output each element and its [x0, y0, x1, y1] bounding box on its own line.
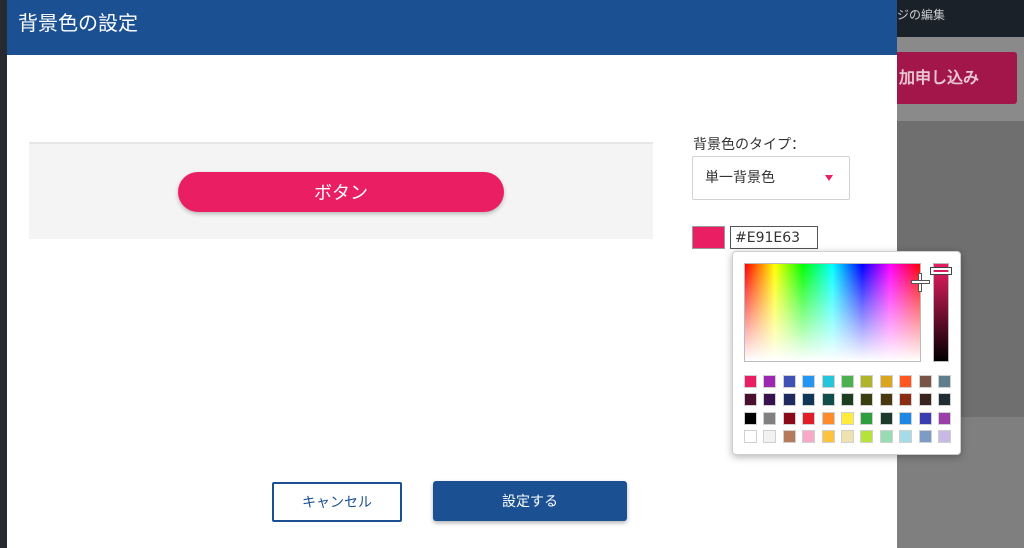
palette-swatch[interactable] [880, 430, 893, 443]
palette-swatch[interactable] [802, 375, 815, 388]
cancel-button[interactable]: キャンセル [272, 482, 402, 522]
palette-swatch[interactable] [841, 393, 854, 406]
palette-swatch[interactable] [860, 393, 873, 406]
background-tab-edit: ジの編集 [897, 8, 946, 22]
palette-swatch[interactable] [783, 430, 796, 443]
palette-swatch[interactable] [783, 412, 796, 425]
current-color-swatch[interactable] [692, 226, 725, 249]
palette-swatch[interactable] [899, 375, 912, 388]
palette-swatch[interactable] [919, 393, 932, 406]
palette-swatch[interactable] [880, 393, 893, 406]
palette-swatch[interactable] [919, 430, 932, 443]
saturation-area[interactable] [744, 263, 929, 362]
button-preview-area: ボタン [29, 142, 653, 239]
palette-swatch[interactable] [822, 412, 835, 425]
palette-swatch[interactable] [841, 430, 854, 443]
palette-swatch[interactable] [880, 375, 893, 388]
palette-row [744, 412, 954, 425]
palette-swatch[interactable] [938, 412, 951, 425]
background-apply-button: 加申し込み [897, 52, 1017, 104]
hex-color-input[interactable] [730, 226, 818, 249]
palette-swatch[interactable] [763, 375, 776, 388]
palette-row [744, 393, 954, 406]
palette-row [744, 430, 954, 443]
background-type-select[interactable]: 単一背景色 [692, 156, 850, 200]
palette-swatch[interactable] [841, 412, 854, 425]
palette-swatch[interactable] [860, 412, 873, 425]
palette-swatch[interactable] [783, 393, 796, 406]
palette-row [744, 375, 954, 388]
palette-swatch[interactable] [744, 430, 757, 443]
palette-swatch[interactable] [938, 375, 951, 388]
palette-swatch[interactable] [841, 375, 854, 388]
palette-swatch[interactable] [744, 412, 757, 425]
palette-swatch[interactable] [919, 412, 932, 425]
palette-swatch[interactable] [822, 375, 835, 388]
brightness-slider-handle[interactable] [930, 267, 952, 275]
brightness-slider[interactable] [933, 263, 949, 362]
background-left-strip [0, 0, 7, 548]
color-picker-popup [732, 251, 961, 455]
palette-swatch[interactable] [822, 430, 835, 443]
palette-swatch[interactable] [802, 430, 815, 443]
palette-swatch[interactable] [860, 375, 873, 388]
dialog-title: 背景色の設定 [18, 11, 138, 35]
palette-swatch[interactable] [938, 393, 951, 406]
crosshair-icon[interactable] [912, 274, 929, 291]
palette-swatch[interactable] [822, 393, 835, 406]
palette-swatch[interactable] [763, 430, 776, 443]
confirm-button[interactable]: 設定する [433, 481, 627, 521]
palette-swatch[interactable] [919, 375, 932, 388]
palette-swatch[interactable] [899, 393, 912, 406]
background-type-value: 単一背景色 [705, 170, 775, 186]
palette-swatch[interactable] [744, 393, 757, 406]
caret-down-icon [825, 175, 833, 181]
palette-swatch[interactable] [899, 430, 912, 443]
palette-swatch[interactable] [763, 393, 776, 406]
background-type-label: 背景色のタイプ： [693, 137, 805, 153]
palette-swatch[interactable] [802, 393, 815, 406]
palette-swatch[interactable] [938, 430, 951, 443]
preview-button[interactable]: ボタン [178, 172, 504, 212]
palette-swatch[interactable] [880, 412, 893, 425]
palette-swatch[interactable] [802, 412, 815, 425]
palette-swatch[interactable] [860, 430, 873, 443]
palette-swatch[interactable] [744, 375, 757, 388]
palette-swatch[interactable] [763, 412, 776, 425]
palette-swatch[interactable] [783, 375, 796, 388]
dialog-header: 背景色の設定 [7, 0, 897, 55]
palette-swatch[interactable] [899, 412, 912, 425]
